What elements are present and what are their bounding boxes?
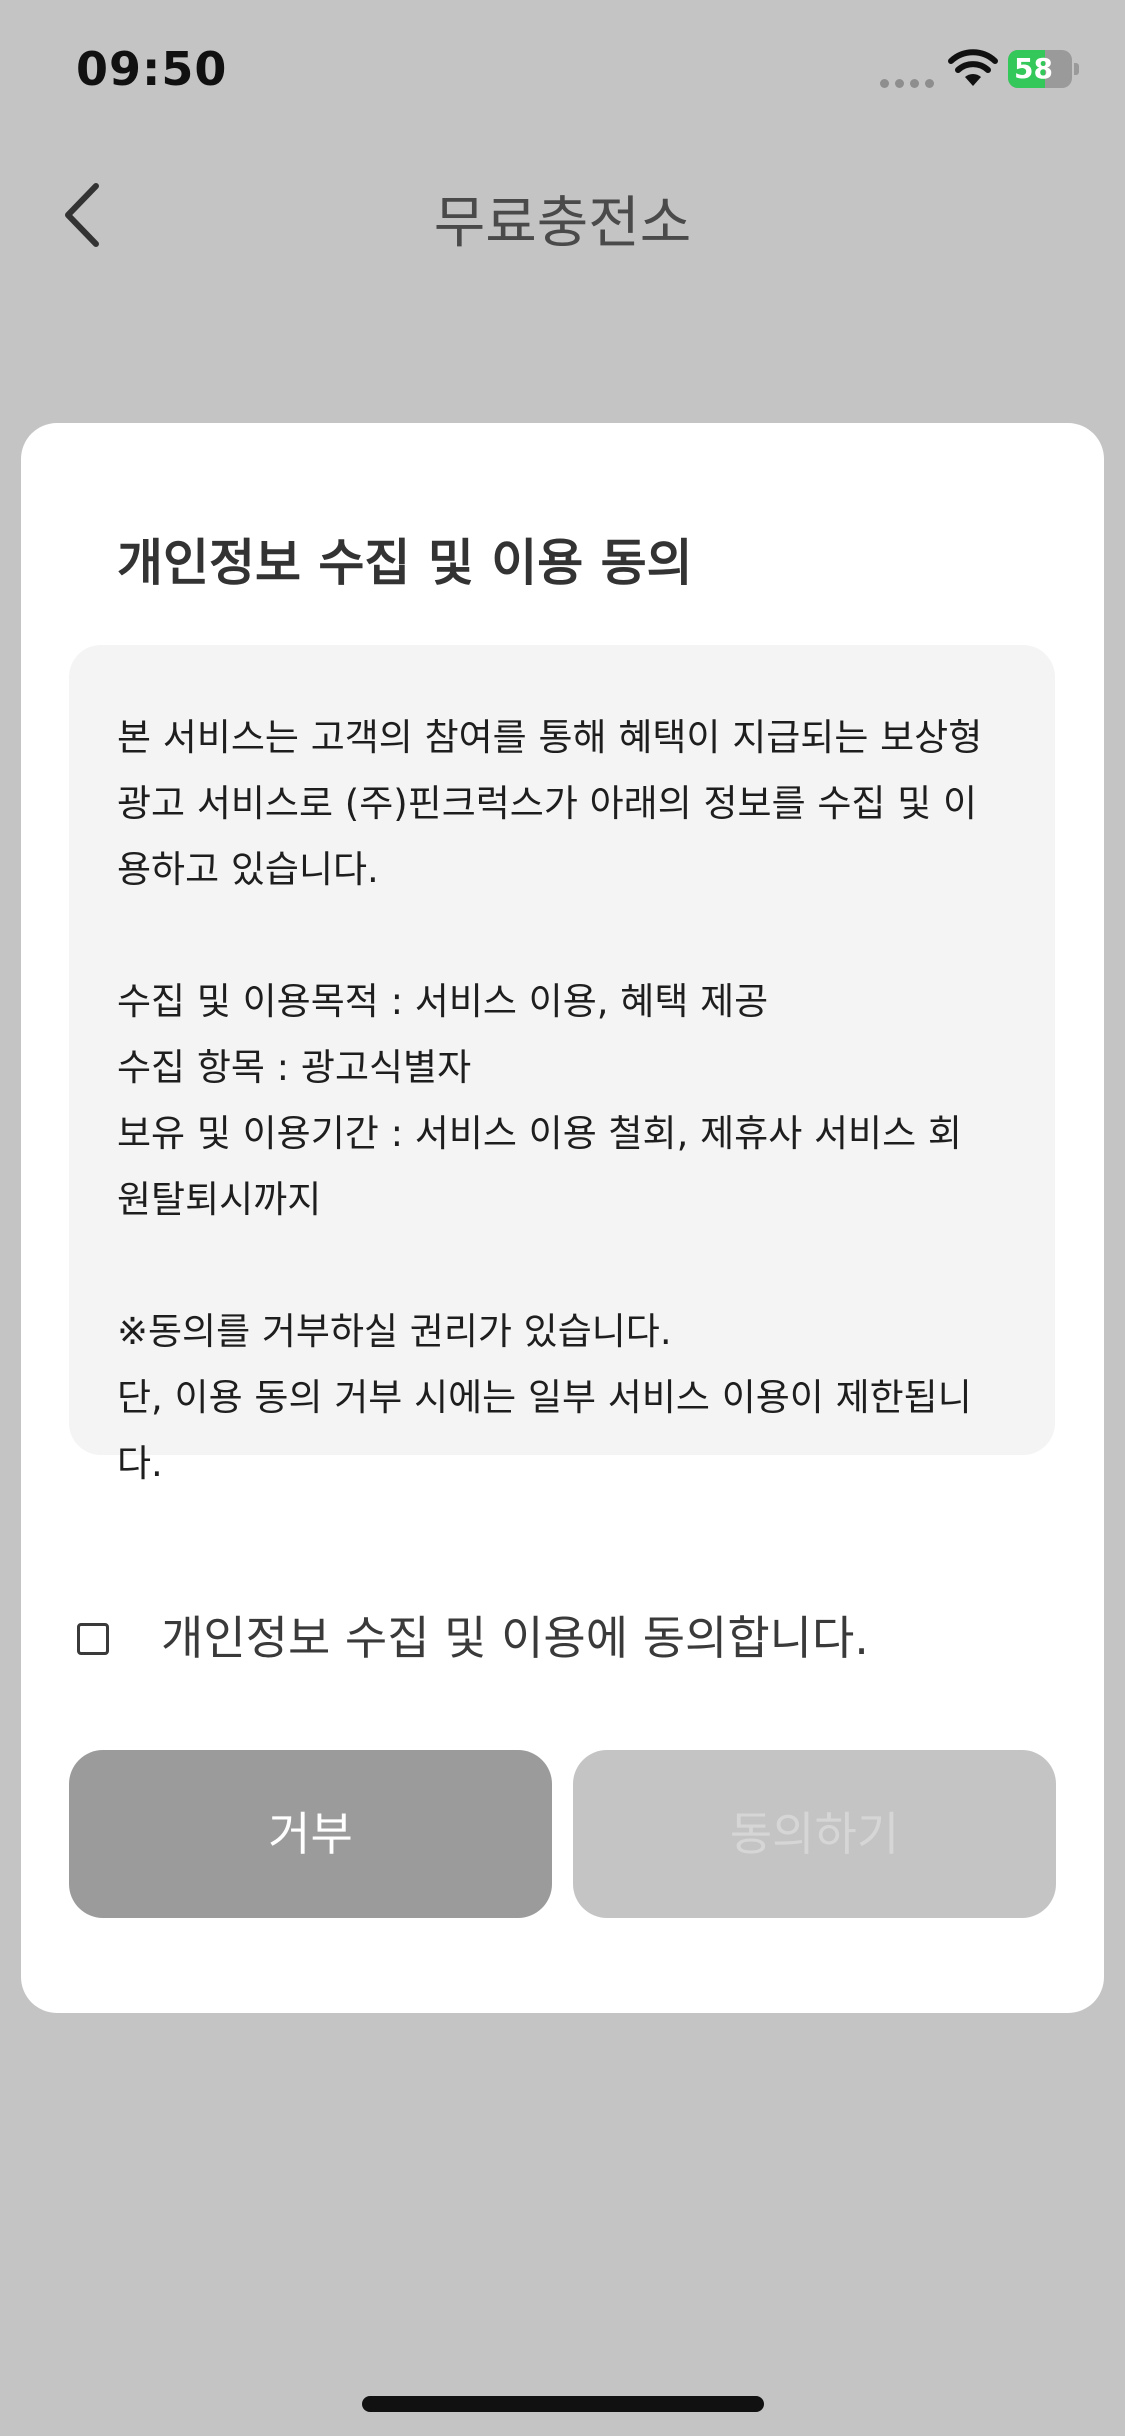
battery-level: 58 (1014, 52, 1053, 85)
agree-checkbox[interactable] (77, 1623, 109, 1655)
terms-line: 본 서비스는 고객의 참여를 통해 혜택이 지급되는 보상형 (117, 716, 983, 759)
terms-line: 원탈퇴시까지 (117, 1178, 322, 1221)
terms-line: 보유 및 이용기간 : 서비스 이용 철회, 제휴사 서비스 회 (117, 1112, 962, 1155)
agree-label[interactable]: 개인정보 수집 및 이용에 동의합니다. (161, 1603, 869, 1673)
terms-line: 수집 및 이용목적 : 서비스 이용, 혜택 제공 (117, 980, 769, 1023)
battery-icon: 58 (1008, 50, 1079, 88)
terms-line: 광고 서비스로 (주)핀크럭스가 아래의 정보를 수집 및 이 (117, 782, 978, 825)
terms-line: 다. (117, 1442, 163, 1485)
agree-checkbox-row[interactable]: 개인정보 수집 및 이용에 동의합니다. (77, 1603, 977, 1673)
home-indicator (362, 2396, 764, 2412)
terms-line: 단, 이용 동의 거부 시에는 일부 서비스 이용이 제한됩니 (117, 1376, 972, 1419)
terms-line: ※동의를 거부하실 권리가 있습니다. (117, 1310, 672, 1353)
terms-spacer (117, 903, 1007, 969)
terms-spacer (117, 1233, 1007, 1299)
terms-box: 본 서비스는 고객의 참여를 통해 혜택이 지급되는 보상형 광고 서비스로 (… (69, 645, 1055, 1485)
status-time: 09:50 (76, 42, 228, 96)
privacy-consent-dialog: 개인정보 수집 및 이용 동의 본 서비스는 고객의 참여를 통해 혜택이 지급… (21, 423, 1104, 2013)
dialog-title: 개인정보 수집 및 이용 동의 (117, 534, 693, 592)
terms-line: 수집 항목 : 광고식별자 (117, 1046, 472, 1089)
status-bar: 09:50 58 (0, 0, 1125, 140)
page-title: 무료충전소 (433, 191, 692, 256)
cellular-signal-icon (880, 72, 936, 88)
agree-button[interactable]: 동의하기 (573, 1750, 1056, 1918)
decline-button[interactable]: 거부 (69, 1750, 552, 1918)
wifi-icon (948, 49, 998, 86)
terms-line: 용하고 있습니다. (117, 848, 379, 891)
